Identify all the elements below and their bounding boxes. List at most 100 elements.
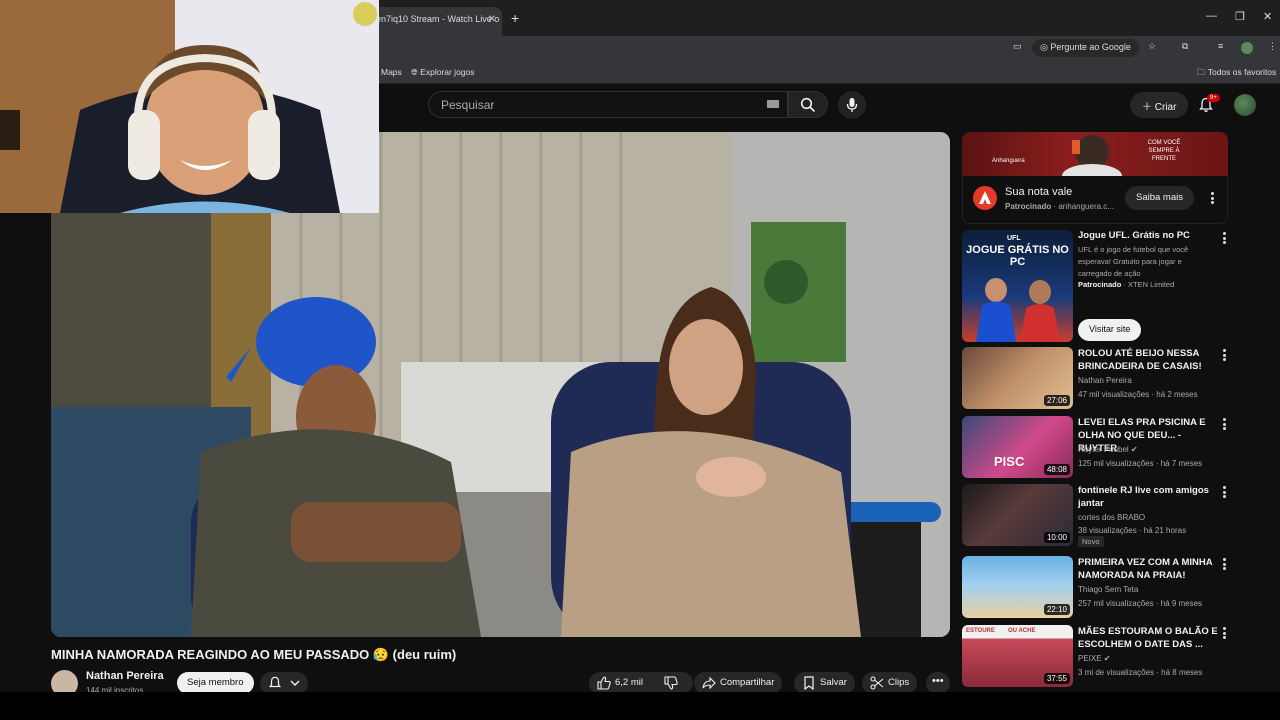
all-bookmarks[interactable]: 🗀 Todos os favoritos xyxy=(1197,67,1276,81)
search-button[interactable] xyxy=(788,91,828,118)
recommendation-meta: 125 mil visualizações · há 7 meses xyxy=(1078,459,1203,468)
recommendation-item[interactable]: PISC 48:08 LEVEI ELAS PRA PSICINA E OLHA… xyxy=(962,416,1272,480)
recommendation-menu-icon[interactable] xyxy=(1223,349,1226,361)
recommendation-meta: 47 mil visualizações · há 2 meses xyxy=(1078,390,1198,399)
menu-icon[interactable]: ⋮ xyxy=(1268,41,1277,52)
thumbs-up-icon xyxy=(597,676,611,690)
recommendation-title: ROLOU ATÉ BEIJO NESSA BRINCADEIRA DE CAS… xyxy=(1078,348,1202,372)
recommendation-channel[interactable]: cortes dos BRABO xyxy=(1078,513,1145,522)
search-icon xyxy=(800,97,816,113)
ad-banner-text: COM VOCÊ SEMPRE À FRENTE xyxy=(1147,140,1181,162)
voice-search-button[interactable] xyxy=(838,91,866,119)
video-duration: 10:00 xyxy=(1043,532,1070,543)
minimize-icon[interactable]: — xyxy=(1206,10,1217,22)
recommendation-meta: 3 mi de visualizações · há 8 meses xyxy=(1078,668,1203,677)
recommendation-menu-icon[interactable] xyxy=(1223,558,1226,570)
video-thumbnail: 10:00 xyxy=(962,484,1073,546)
new-badge: Novo xyxy=(1078,536,1104,547)
keyboard-icon[interactable] xyxy=(767,100,779,108)
ufl-menu-icon[interactable] xyxy=(1223,232,1226,244)
clips-button[interactable]: Clips xyxy=(862,672,918,694)
recommendation-channel[interactable]: PEIXE ✔ xyxy=(1078,654,1111,663)
scrollbar-track[interactable] xyxy=(1273,130,1280,692)
ad-banner-brand: Anhanguera xyxy=(992,158,1025,164)
account-avatar[interactable] xyxy=(1234,94,1256,116)
create-button[interactable]: ＋ Criar xyxy=(1130,92,1189,118)
video-thumbnail: PISC 48:08 xyxy=(962,416,1073,478)
video-title: MINHA NAMORADA REAGINDO AO MEU PASSADO 😥… xyxy=(51,647,457,662)
extensions-icon[interactable]: ⧉ xyxy=(1182,41,1188,52)
restore-icon[interactable]: ❐ xyxy=(1235,10,1245,23)
advertiser-logo-icon xyxy=(979,191,991,204)
chevron-down-icon xyxy=(290,680,300,686)
more-actions-button[interactable]: ••• xyxy=(926,672,950,694)
ad-banner-art xyxy=(1062,135,1122,176)
video-duration: 27:06 xyxy=(1043,395,1070,406)
visit-site-button[interactable]: Visitar site xyxy=(1078,319,1142,341)
recommendation-channel[interactable]: Ruyter Poubel ✔ xyxy=(1078,445,1138,454)
learn-more-button[interactable]: Saiba mais xyxy=(1125,186,1194,210)
close-tab-icon[interactable]: ✕ xyxy=(488,14,496,25)
close-window-icon[interactable]: ✕ xyxy=(1263,10,1272,23)
media-control-icon[interactable]: ≡ xyxy=(1218,41,1223,51)
video-thumbnail: 27:06 xyxy=(962,347,1073,409)
notification-count-badge: 9+ xyxy=(1207,94,1220,102)
globe-icon: 🌐︎ xyxy=(411,67,421,77)
bell-icon xyxy=(268,676,282,688)
folder-icon: 🗀 xyxy=(1197,67,1208,77)
recommendation-title: MÃES ESTOURAM O BALÃO E ESCOLHEM O DATE … xyxy=(1078,626,1218,650)
thumb-text-ou-ache: OU ACHE xyxy=(1008,628,1036,634)
bookmark-icon xyxy=(804,676,814,690)
share-button[interactable]: Compartilhar xyxy=(694,672,783,694)
ad-card[interactable]: Sua nota vale Patrocinado · anhanguera.c… xyxy=(962,176,1228,224)
recommendation-item[interactable]: ESTOURE OU ACHE 37:55 MÃES ESTOURAM O BA… xyxy=(962,625,1272,689)
more-horizontal-icon: ••• xyxy=(932,675,944,687)
thumbs-down-icon xyxy=(664,676,678,690)
thumb-text-pisc: PISC xyxy=(994,454,1025,469)
ask-google-button[interactable]: ◎ Pergunte ao Google xyxy=(1032,39,1139,57)
channel-name[interactable]: Nathan Pereira xyxy=(86,670,164,682)
save-button[interactable]: Salvar xyxy=(794,672,855,694)
video-duration: 37:55 xyxy=(1043,673,1070,684)
bookmark-maps[interactable]: Maps xyxy=(381,67,402,77)
recommendation-channel[interactable]: Nathan Pereira xyxy=(1078,376,1132,385)
recommendation-menu-icon[interactable] xyxy=(1223,418,1226,430)
ad-title: Sua nota vale xyxy=(1005,186,1073,198)
new-tab-icon[interactable]: + xyxy=(511,10,519,26)
mic-icon xyxy=(846,98,858,112)
join-button[interactable]: Seja membro xyxy=(177,672,254,694)
bookmark-star-icon[interactable]: ☆ xyxy=(1148,41,1156,52)
recommendation-channel[interactable]: Thiago Sem Teta xyxy=(1078,585,1138,594)
promoted-ufl-card[interactable]: UFL JOGUE GRÁTIS NO PC Jogue UFL. Grátis… xyxy=(962,230,1272,342)
profile-icon[interactable] xyxy=(1241,42,1253,54)
ad-meta: Patrocinado · anhanguera.c... xyxy=(1005,202,1114,211)
bookmark-explorar-jogos[interactable]: 🌐︎ Explorar jogos xyxy=(411,67,475,78)
video-thumbnail: ESTOURE OU ACHE 37:55 xyxy=(962,625,1073,687)
ad-banner-image[interactable]: Anhanguera COM VOCÊ SEMPRE À FRENTE xyxy=(962,132,1228,176)
recommendation-item[interactable]: 27:06 ROLOU ATÉ BEIJO NESSA BRINCADEIRA … xyxy=(962,347,1272,411)
recommendation-meta: 38 visualizações · há 21 horas xyxy=(1078,526,1187,535)
ad-menu-icon[interactable] xyxy=(1211,192,1214,204)
tab-active[interactable]: en7iq10 Stream - Watch Live o ✕ xyxy=(372,7,502,36)
share-icon xyxy=(702,676,716,690)
ufl-thumbnail: UFL JOGUE GRÁTIS NO PC xyxy=(962,230,1073,342)
video-thumbnail: 22:10 xyxy=(962,556,1073,618)
recommendation-menu-icon[interactable] xyxy=(1223,486,1226,498)
search-input[interactable]: Pesquisar xyxy=(428,91,788,118)
dislike-button[interactable] xyxy=(656,672,686,694)
recommendation-title: fontinele RJ live com amigos jantar xyxy=(1078,485,1209,509)
taskbar-strip xyxy=(0,692,1280,720)
anhanguera-logo xyxy=(973,186,997,210)
recommendation-item[interactable]: 22:10 PRIMEIRA VEZ COM A MINHA NAMORADA … xyxy=(962,556,1272,620)
thumb-text-estoure: ESTOURE xyxy=(966,628,995,634)
streamer-webcam-overlay xyxy=(0,0,379,213)
recommendation-item[interactable]: 10:00 fontinele RJ live com amigos janta… xyxy=(962,484,1272,548)
video-duration: 22:10 xyxy=(1043,604,1070,615)
google-lens-icon: ◎ xyxy=(1040,42,1051,52)
plus-icon: ＋ xyxy=(1142,102,1155,113)
cast-icon[interactable]: ▭ xyxy=(1013,41,1022,52)
recommendation-menu-icon[interactable] xyxy=(1223,627,1226,639)
ufl-meta: Patrocinado · XTEN Limited xyxy=(1078,280,1175,289)
webcam-image xyxy=(0,0,379,213)
subscription-bell-button[interactable] xyxy=(260,672,308,694)
